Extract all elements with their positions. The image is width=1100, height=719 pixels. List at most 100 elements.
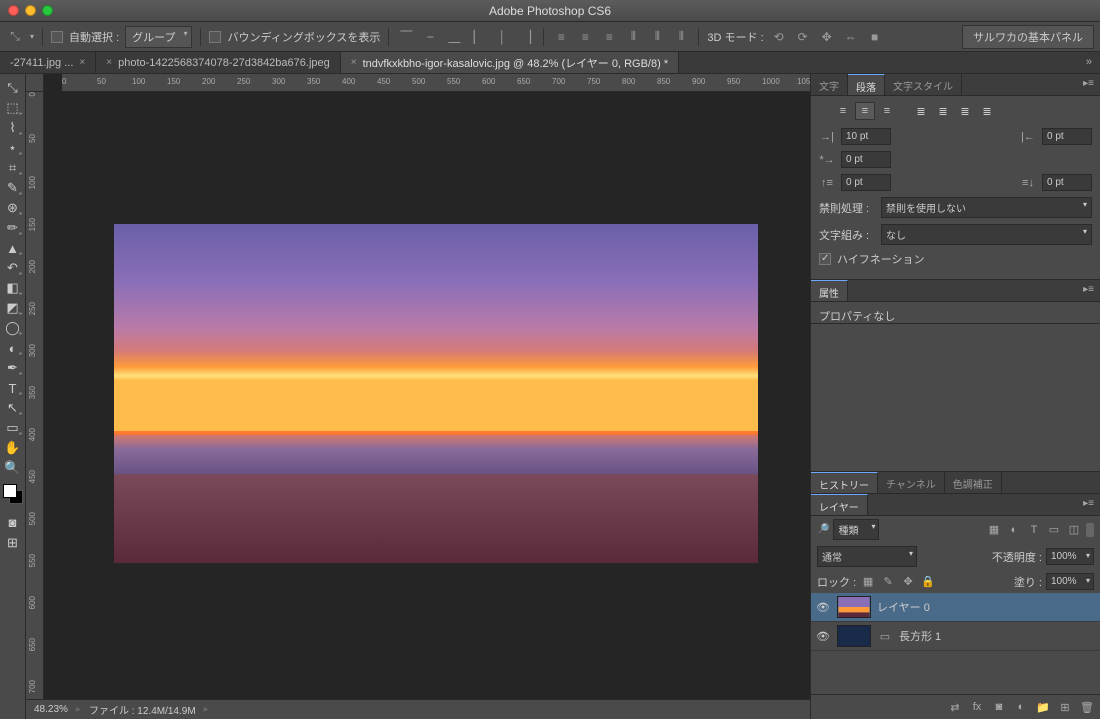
tab-overflow-icon[interactable]: »: [1078, 52, 1100, 73]
lock-pixels-icon[interactable]: ▦: [860, 574, 876, 590]
zoom-tool[interactable]: 🔍: [2, 458, 24, 478]
auto-select-checkbox[interactable]: [51, 31, 63, 43]
hyphen-checkbox[interactable]: [819, 253, 831, 265]
color-swatches[interactable]: [3, 484, 23, 504]
align-right-button[interactable]: ≡: [877, 102, 897, 120]
justify-right-button[interactable]: ≣: [955, 102, 975, 120]
kinsoku-dropdown[interactable]: 禁則を使用しない: [881, 197, 1092, 218]
quickmask-icon[interactable]: ◙: [2, 512, 24, 532]
align-right-icon[interactable]: ▕: [517, 28, 535, 46]
filter-adjust-icon[interactable]: ◐: [1006, 522, 1022, 538]
align-center-button[interactable]: ≡: [855, 102, 875, 120]
filter-smart-icon[interactable]: ◫: [1066, 522, 1082, 538]
hand-tool[interactable]: ✋: [2, 438, 24, 458]
mask-icon[interactable]: ◙: [990, 699, 1008, 715]
brush-tool[interactable]: ✏▸: [2, 218, 24, 238]
indent-first-field[interactable]: [841, 151, 891, 168]
tab-charstyle[interactable]: 文字スタイル: [885, 74, 962, 95]
tab-history[interactable]: ヒストリー: [811, 472, 878, 493]
dist-bottom-icon[interactable]: ≡: [600, 28, 618, 46]
align-vcenter-icon[interactable]: ⎯: [421, 28, 439, 46]
doc-tab-2[interactable]: ×tndvfkxkbho-igor-kasalovic.jpg @ 48.2% …: [341, 52, 679, 73]
history-brush-tool[interactable]: ↶▸: [2, 258, 24, 278]
tab-paragraph[interactable]: 段落: [848, 74, 885, 95]
space-after-field[interactable]: [1042, 174, 1092, 191]
eraser-tool[interactable]: ◧▸: [2, 278, 24, 298]
close-icon[interactable]: ×: [79, 57, 85, 68]
blur-tool[interactable]: ◯▸: [2, 318, 24, 338]
layer-filter-dropdown[interactable]: 種類: [833, 519, 879, 540]
custom-panel-button[interactable]: サルワカの基本パネル: [962, 25, 1094, 49]
3d-pan-icon[interactable]: ✥: [818, 28, 836, 46]
3d-rotate-icon[interactable]: ⟲: [770, 28, 788, 46]
justify-all-button[interactable]: ≣: [977, 102, 997, 120]
gradient-tool[interactable]: ◩▸: [2, 298, 24, 318]
eyedropper-tool[interactable]: ✎▸: [2, 178, 24, 198]
justify-center-button[interactable]: ≣: [933, 102, 953, 120]
dist-hcenter-icon[interactable]: ⦀: [648, 28, 666, 46]
tab-channels[interactable]: チャンネル: [878, 472, 945, 493]
lock-all-icon[interactable]: 🔒: [920, 574, 936, 590]
canvas-viewport[interactable]: [44, 92, 810, 699]
close-icon[interactable]: ×: [106, 57, 112, 68]
panel-menu-icon[interactable]: ▸≡: [1077, 494, 1100, 515]
blend-mode-dropdown[interactable]: 通常: [817, 546, 917, 567]
shape-tool[interactable]: ▭▸: [2, 418, 24, 438]
indent-left-field[interactable]: [841, 128, 891, 145]
justify-left-button[interactable]: ≣: [911, 102, 931, 120]
align-left-button[interactable]: ≡: [833, 102, 853, 120]
zoom-level[interactable]: 48.23%: [34, 704, 68, 715]
wand-tool[interactable]: ⋆▸: [2, 138, 24, 158]
filter-shape-icon[interactable]: ▭: [1046, 522, 1062, 538]
indent-right-field[interactable]: [1042, 128, 1092, 145]
group-icon[interactable]: 📁: [1034, 699, 1052, 715]
type-tool[interactable]: T▸: [2, 378, 24, 398]
dist-vcenter-icon[interactable]: ≡: [576, 28, 594, 46]
dist-left-icon[interactable]: ⦀: [624, 28, 642, 46]
3d-roll-icon[interactable]: ⟳: [794, 28, 812, 46]
lock-move-icon[interactable]: ✥: [900, 574, 916, 590]
bbox-checkbox[interactable]: [209, 31, 221, 43]
filter-type-icon[interactable]: T: [1026, 522, 1042, 538]
tab-adjustments[interactable]: 色調補正: [945, 472, 1002, 493]
crop-tool[interactable]: ⌗▸: [2, 158, 24, 178]
tab-character[interactable]: 文字: [811, 74, 848, 95]
lasso-tool[interactable]: ⌇▸: [2, 118, 24, 138]
dist-top-icon[interactable]: ≡: [552, 28, 570, 46]
layer-row-0[interactable]: 👁 レイヤー 0: [811, 593, 1100, 622]
3d-scale-icon[interactable]: ■: [866, 28, 884, 46]
adjustment-icon[interactable]: ◐: [1012, 699, 1030, 715]
doc-tab-0[interactable]: -27411.jpg ...×: [0, 52, 96, 73]
trash-icon[interactable]: 🗑: [1078, 699, 1096, 715]
tab-layers[interactable]: レイヤー: [811, 494, 868, 515]
new-layer-icon[interactable]: ⊞: [1056, 699, 1074, 715]
tab-properties[interactable]: 属性: [811, 280, 848, 301]
screenmode-icon[interactable]: ⊞: [2, 533, 24, 553]
lock-paint-icon[interactable]: ✎: [880, 574, 896, 590]
layer-row-1[interactable]: 👁 ▭ 長方形 1: [811, 622, 1100, 651]
space-before-field[interactable]: [841, 174, 891, 191]
align-top-icon[interactable]: ⎺: [397, 28, 415, 46]
panel-menu-icon[interactable]: ▸≡: [1077, 280, 1100, 301]
stamp-tool[interactable]: ▲▸: [2, 238, 24, 258]
heal-tool[interactable]: ⊛▸: [2, 198, 24, 218]
3d-slide-icon[interactable]: ⇔: [842, 28, 860, 46]
pen-tool[interactable]: ✒▸: [2, 358, 24, 378]
filter-pixel-icon[interactable]: ▦: [986, 522, 1002, 538]
align-hcenter-icon[interactable]: │: [493, 28, 511, 46]
fill-field[interactable]: 100%: [1046, 573, 1094, 590]
doc-tab-1[interactable]: ×photo-1422568374078-27d3842ba676.jpeg: [96, 52, 341, 73]
dodge-tool[interactable]: ◐▸: [2, 338, 24, 358]
align-bottom-icon[interactable]: ⎽: [445, 28, 463, 46]
link-icon[interactable]: ⇄: [946, 699, 964, 715]
visibility-icon[interactable]: 👁: [815, 601, 831, 614]
filter-toggle-icon[interactable]: [1086, 523, 1094, 537]
mojikumi-dropdown[interactable]: なし: [881, 224, 1092, 245]
close-icon[interactable]: ×: [351, 57, 357, 68]
path-tool[interactable]: ↖▸: [2, 398, 24, 418]
visibility-icon[interactable]: 👁: [815, 630, 831, 643]
fx-icon[interactable]: fx: [968, 699, 986, 715]
move-tool[interactable]: ⤡: [2, 78, 24, 98]
auto-select-dropdown[interactable]: グループ: [125, 26, 192, 48]
dist-right-icon[interactable]: ⦀: [672, 28, 690, 46]
